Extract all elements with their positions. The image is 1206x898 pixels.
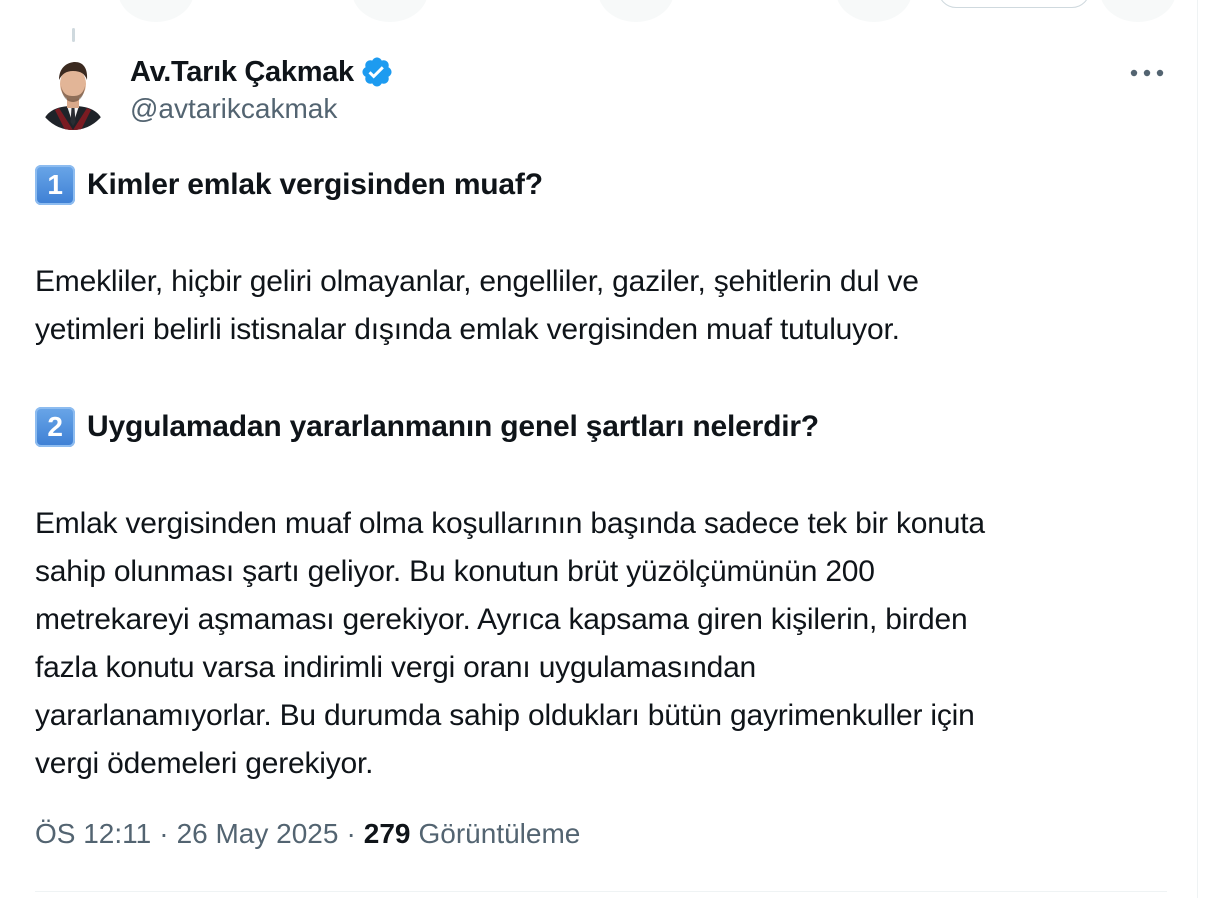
- meta-separator: ·: [346, 818, 356, 849]
- avatar-image: [35, 50, 111, 130]
- tweet-detail-page: Av.Tarık Çakmak @avtarikcakmak 1 Kimler …: [0, 0, 1206, 898]
- author-handle[interactable]: @avtarikcakmak: [130, 93, 337, 125]
- verified-badge-icon[interactable]: [360, 55, 394, 89]
- views-count: 279: [363, 818, 411, 849]
- ghost-action-icon: [1100, 0, 1176, 22]
- tweet-meta: ÖS 12:11 · 26 May 2025 · 279 Görüntüleme: [35, 818, 580, 850]
- paragraph-line: yetimleri belirli istisnalar dışında eml…: [35, 313, 900, 346]
- ghost-action-icon: [118, 0, 194, 22]
- ghost-action-icon: [836, 0, 912, 22]
- ghost-action-icon: [352, 0, 428, 22]
- more-options-icon: [1130, 69, 1164, 77]
- tweet-text: 1 Kimler emlak vergisinden muaf? Emeklil…: [35, 160, 1170, 788]
- views-label: Görüntüleme: [418, 818, 581, 849]
- ghost-pill-button: [938, 0, 1090, 8]
- divider: [35, 891, 1167, 892]
- meta-separator: ·: [159, 818, 169, 849]
- paragraph-line: fazla konutu varsa indirimli vergi oranı…: [35, 651, 757, 684]
- author-name-row[interactable]: Av.Tarık Çakmak: [130, 52, 394, 92]
- section-heading: 1 Kimler emlak vergisinden muaf?: [35, 160, 1170, 210]
- more-options-button[interactable]: [1126, 58, 1168, 88]
- keycap-one-icon: 1: [35, 165, 75, 205]
- author-display-name[interactable]: Av.Tarık Çakmak: [130, 56, 354, 89]
- section-heading-text: Kimler emlak vergisinden muaf?: [87, 168, 543, 201]
- previous-row-remnant: [0, 0, 1206, 30]
- tweet-time[interactable]: ÖS 12:11: [35, 818, 151, 850]
- paragraph-line: metrekareyi aşmaması gerekiyor. Ayrıca k…: [35, 603, 968, 636]
- tweet-date[interactable]: 26 May 2025: [177, 818, 339, 850]
- paragraph-line: Emlak vergisinden muaf olma koşullarının…: [35, 507, 985, 540]
- paragraph-line: vergi ödemeleri gerekiyor.: [35, 747, 374, 780]
- keycap-two-icon: 2: [35, 407, 75, 447]
- thread-connector-line: [72, 28, 75, 42]
- paragraph-line: sahip olunması şartı geliyor. Bu konutun…: [35, 555, 875, 588]
- paragraph-line: yararlanamıyorlar. Bu durumda sahip oldu…: [35, 699, 975, 732]
- paragraph-line: Emekliler, hiçbir geliri olmayanlar, eng…: [35, 265, 919, 298]
- avatar[interactable]: [35, 50, 111, 130]
- ghost-action-icon: [598, 0, 674, 22]
- column-border: [1197, 0, 1198, 898]
- section-heading: 2 Uygulamadan yararlanmanın genel şartla…: [35, 402, 1170, 452]
- section-heading-text: Uygulamadan yararlanmanın genel şartları…: [87, 410, 819, 443]
